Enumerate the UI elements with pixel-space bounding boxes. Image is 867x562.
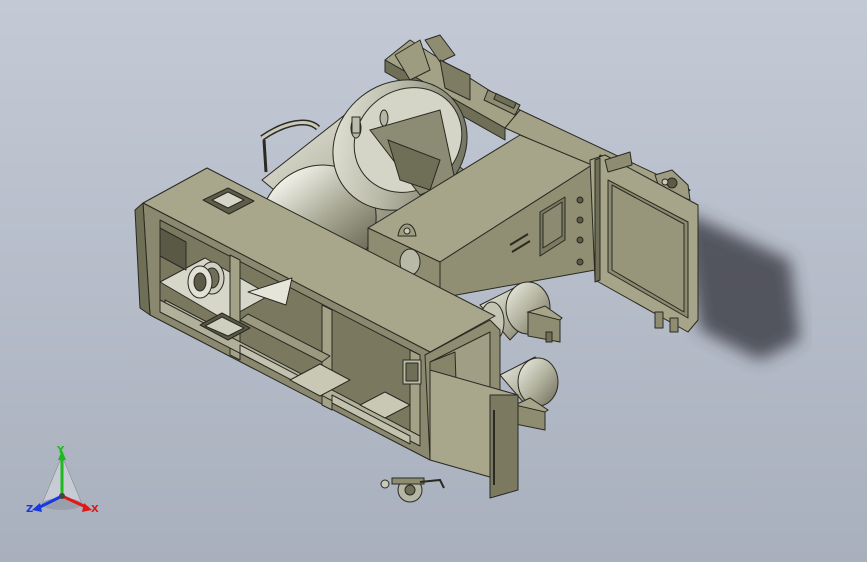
x-axis-label: X	[91, 504, 99, 515]
machine-assembly-model[interactable]	[0, 0, 867, 562]
z-axis-label: Z	[26, 504, 34, 515]
z-axis-arrowhead	[32, 503, 42, 512]
view-orientation-triad[interactable]: Y X Z	[22, 446, 112, 526]
3d-viewport[interactable]: Y X Z	[0, 0, 867, 562]
frame-caster-wheel[interactable]	[380, 477, 445, 503]
y-axis-label: Y	[57, 445, 65, 456]
